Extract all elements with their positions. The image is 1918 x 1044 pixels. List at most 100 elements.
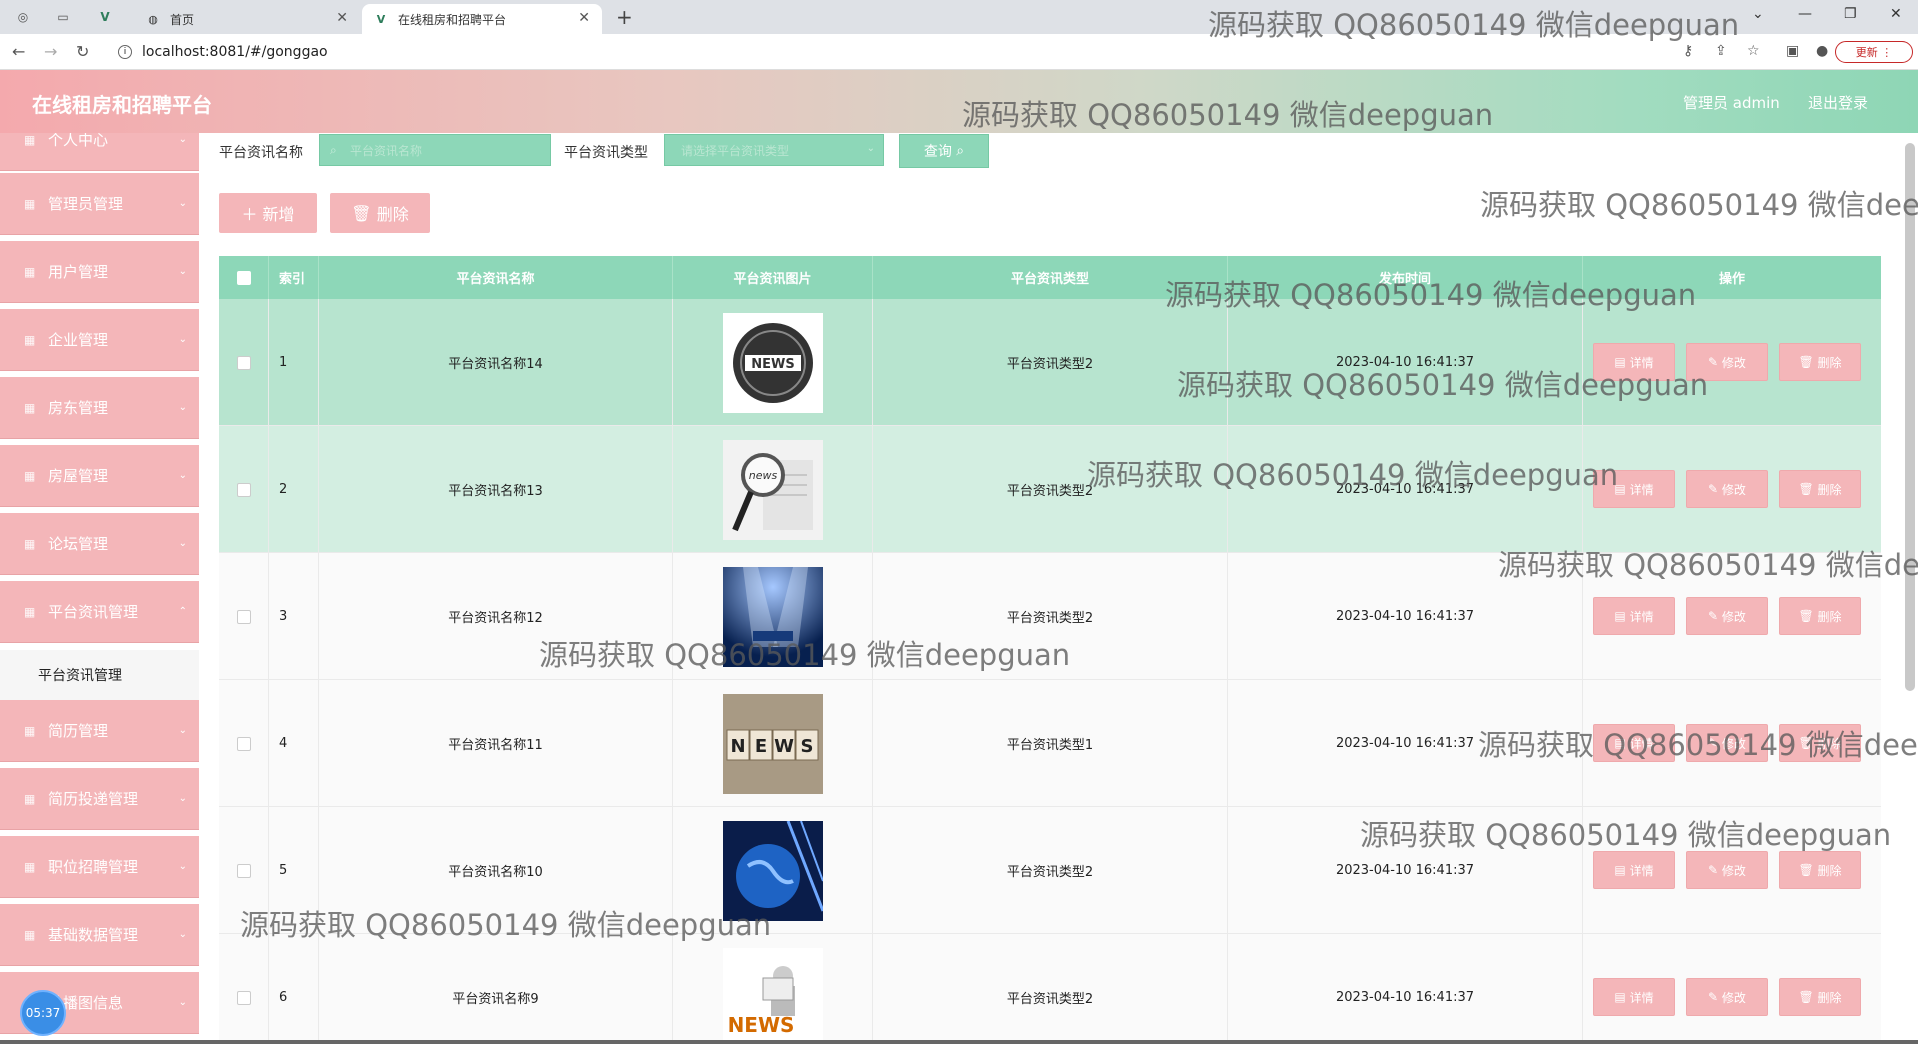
row-checkbox[interactable] [236, 863, 251, 878]
detail-button[interactable]: ▤ 详情 [1593, 851, 1675, 889]
row-name: 平台资讯名称13 [319, 426, 673, 553]
delete-button[interactable]: 🗑 删除 [1779, 470, 1861, 508]
sidebar-item-users[interactable]: ▦ 用户管理 ⌄ [0, 241, 199, 303]
sidebar-item-admin[interactable]: ▦ 管理员管理 ⌄ [0, 173, 199, 235]
table-row[interactable]: 4 平台资讯名称11 NEWS 平台资讯类型1 2023-04-10 16:41… [219, 680, 1881, 807]
info-icon[interactable]: i [118, 45, 132, 59]
sidebar-item-landlord[interactable]: ▦ 房东管理 ⌄ [0, 377, 199, 439]
bulk-delete-button[interactable]: 🗑 删除 [330, 193, 430, 233]
col-index[interactable]: 索引 [269, 256, 319, 299]
new-tab-icon[interactable]: + [616, 5, 633, 29]
tab-vue-icon[interactable]: V [96, 8, 114, 26]
edit-button[interactable]: ✎ 修改 [1686, 851, 1768, 889]
delete-button[interactable]: 🗑 删除 [1779, 978, 1861, 1016]
table-row[interactable]: 2 平台资讯名称13 news 平台资讯类型2 2023-04-10 16:41… [219, 426, 1881, 553]
name-search-label: 平台资讯名称 [219, 145, 303, 161]
sidebar-item-house[interactable]: ▦ 房屋管理 ⌄ [0, 445, 199, 507]
chevron-down-icon: ⌄ [178, 861, 187, 872]
sidebar-item-resume-delivery[interactable]: ▦ 简历投递管理 ⌄ [0, 768, 199, 830]
sidebar-item-resume[interactable]: ▦ 简历管理 ⌄ [0, 700, 199, 762]
add-button[interactable]: ＋ 新增 [219, 193, 317, 233]
detail-label: 详情 [1629, 609, 1654, 624]
row-checkbox[interactable] [236, 355, 251, 370]
col-time[interactable]: 发布时间 [1228, 256, 1583, 299]
row-select-cell [219, 299, 269, 426]
table-row[interactable]: 3 平台资讯名称12 平台资讯类型2 2023-04-10 16:41:37 ▤… [219, 553, 1881, 680]
sidebar-item-profile[interactable]: ▦ 个人中心 ⌄ [0, 133, 199, 171]
col-type[interactable]: 平台资讯类型 [873, 256, 1228, 299]
sidebar-item-jobs[interactable]: ▦ 职位招聘管理 ⌄ [0, 836, 199, 898]
col-name[interactable]: 平台资讯名称 [319, 256, 673, 299]
sidebar-item-news[interactable]: ▦ 平台资讯管理 ⌃ [0, 581, 199, 643]
chevron-down-icon: ⌄ [866, 143, 875, 154]
edit-button[interactable]: ✎ 修改 [1686, 978, 1768, 1016]
edit-button[interactable]: ✎ 修改 [1686, 470, 1768, 508]
row-checkbox[interactable] [236, 609, 251, 624]
type-select[interactable]: 请选择平台资讯类型 ⌄ [664, 134, 884, 166]
name-search-input[interactable]: ⌕ 平台资讯名称 [319, 134, 551, 166]
sidebar-item-company[interactable]: ▦ 企业管理 ⌄ [0, 309, 199, 371]
page-scrollbar[interactable] [1905, 143, 1915, 691]
chevron-down-icon: ⌄ [178, 266, 187, 277]
row-name: 平台资讯名称9 [319, 934, 673, 1044]
table-row[interactable]: 6 平台资讯名称9 NEWS 平台资讯类型2 2023-04-10 16:41:… [219, 934, 1881, 1044]
detail-button[interactable]: ▤ 详情 [1593, 470, 1675, 508]
sidebar-item-forum[interactable]: ▦ 论坛管理 ⌄ [0, 513, 199, 575]
tab-favicon-icon[interactable]: ◎ [14, 8, 32, 26]
update-button[interactable]: 更新 ⋮ [1835, 41, 1913, 63]
delete-button[interactable]: 🗑 删除 [1779, 597, 1861, 635]
detail-button[interactable]: ▤ 详情 [1593, 724, 1675, 762]
table-row[interactable]: 1 平台资讯名称14 NEWS 平台资讯类型2 2023-04-10 16:41… [219, 299, 1881, 426]
chevron-down-icon[interactable]: ⌄ [1752, 6, 1764, 22]
query-button[interactable]: 查询 ⌕ [899, 134, 989, 168]
close-window-icon[interactable]: ✕ [1890, 6, 1902, 22]
delete-label: 删除 [376, 205, 409, 224]
sidebar-item-label: 房东管理 [48, 399, 109, 417]
sidebar-item-label: 房屋管理 [48, 467, 109, 485]
profile-icon[interactable]: ● [1816, 43, 1828, 59]
edit-button[interactable]: ✎ 修改 [1686, 597, 1768, 635]
delete-button[interactable]: 🗑 删除 [1779, 851, 1861, 889]
tab-home[interactable]: ◍ 首页 ✕ [134, 4, 360, 34]
detail-button[interactable]: ▤ 详情 [1593, 978, 1675, 1016]
url-field[interactable]: i localhost:8081/#/gonggao [108, 39, 1788, 65]
restore-icon[interactable]: ❐ [1844, 6, 1857, 22]
add-label: 新增 [262, 205, 295, 224]
update-label: 更新 [1855, 46, 1878, 59]
tab-label: 在线租房和招聘平台 [398, 12, 507, 27]
star-icon[interactable]: ☆ [1747, 43, 1760, 59]
share-icon[interactable]: ⇪ [1715, 43, 1727, 59]
row-type: 平台资讯类型2 [873, 299, 1228, 426]
detail-label: 详情 [1629, 355, 1654, 370]
edit-button[interactable]: ✎ 修改 [1686, 724, 1768, 762]
minimize-icon[interactable]: — [1798, 6, 1812, 22]
tab-platform[interactable]: V 在线租房和招聘平台 ✕ [362, 4, 602, 34]
delete-button[interactable]: 🗑 删除 [1779, 343, 1861, 381]
row-checkbox[interactable] [236, 482, 251, 497]
select-all-checkbox[interactable] [236, 270, 251, 285]
type-search-label: 平台资讯类型 [564, 145, 648, 161]
sidepanel-icon[interactable]: ▣ [1786, 43, 1799, 59]
detail-button[interactable]: ▤ 详情 [1593, 343, 1675, 381]
delete-button[interactable]: 🗑 删除 [1779, 724, 1861, 762]
sidebar-item-basedata[interactable]: ▦ 基础数据管理 ⌄ [0, 904, 199, 966]
row-checkbox[interactable] [236, 736, 251, 751]
table-row[interactable]: 5 平台资讯名称10 平台资讯类型2 2023-04-10 16:41:37 ▤… [219, 807, 1881, 934]
row-time: 2023-04-10 16:41:37 [1228, 299, 1583, 426]
tab-blank-icon[interactable]: ▭ [54, 8, 72, 26]
close-icon[interactable]: ✕ [336, 10, 348, 26]
sidebar-subitem-news[interactable]: 平台资讯管理 [0, 650, 199, 700]
logout-link[interactable]: 退出登录 [1808, 92, 1868, 113]
svg-text:news: news [748, 469, 777, 482]
sidebar-item-label: 管理员管理 [48, 195, 124, 213]
row-checkbox[interactable] [236, 990, 251, 1005]
svg-text:W: W [774, 736, 794, 757]
key-icon[interactable]: ⚷ [1683, 43, 1693, 59]
close-icon[interactable]: ✕ [578, 10, 590, 26]
back-icon[interactable]: ← [12, 42, 25, 61]
detail-button[interactable]: ▤ 详情 [1593, 597, 1675, 635]
col-image[interactable]: 平台资讯图片 [673, 256, 873, 299]
edit-button[interactable]: ✎ 修改 [1686, 343, 1768, 381]
forward-icon[interactable]: → [44, 42, 57, 61]
reload-icon[interactable]: ↻ [76, 42, 89, 61]
